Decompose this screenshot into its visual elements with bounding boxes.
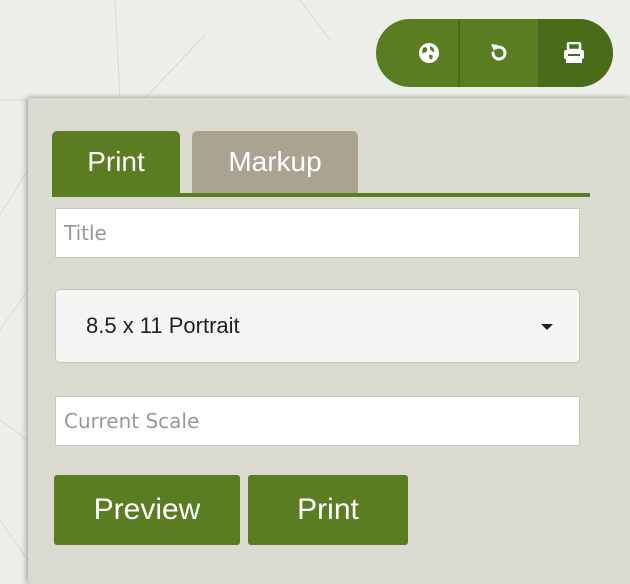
layout-select[interactable]: 8.5 x 11 Portrait: [55, 289, 580, 363]
scale-input[interactable]: [55, 396, 580, 446]
printer-icon: [562, 42, 586, 64]
print-tool-button[interactable]: [540, 19, 613, 87]
map-toolbar: [376, 19, 613, 87]
refresh-button[interactable]: [460, 19, 540, 87]
title-input[interactable]: [55, 208, 580, 258]
tab-print[interactable]: Print: [52, 131, 180, 193]
globe-icon: [418, 42, 440, 64]
print-button[interactable]: Print: [248, 475, 408, 545]
refresh-icon: [488, 42, 510, 64]
tab-markup[interactable]: Markup: [192, 131, 358, 193]
chevron-down-icon: [541, 324, 553, 330]
print-panel: Print Markup 8.5 x 11 Portrait Preview P…: [28, 98, 630, 584]
tab-underline: [52, 193, 590, 197]
layout-select-value: 8.5 x 11 Portrait: [86, 313, 240, 338]
basemap-button[interactable]: [376, 19, 460, 87]
preview-button[interactable]: Preview: [54, 475, 240, 545]
